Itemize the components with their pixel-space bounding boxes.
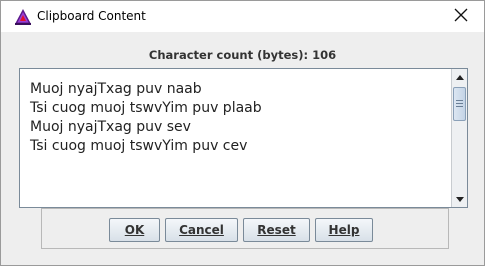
scroll-thumb[interactable] [453, 87, 466, 121]
cancel-button[interactable]: Cancel [165, 218, 238, 242]
text-line: Muoj nyajTxag puv naab [30, 81, 202, 97]
window-title: Clipboard Content [37, 9, 146, 23]
text-line: Tsi cuog muoj tswvYim puv cev [30, 138, 248, 154]
close-button[interactable] [438, 1, 484, 32]
close-icon [454, 7, 468, 26]
scroll-down-arrow-icon[interactable] [452, 191, 467, 207]
clipboard-text[interactable]: Muoj nyajTxag puv naab Tsi cuog muoj tsw… [20, 69, 450, 207]
grip-line [456, 106, 463, 107]
character-count-label: Character count (bytes): 106 [148, 48, 337, 62]
scroll-up-arrow-icon[interactable] [452, 69, 467, 85]
button-panel: OK Cancel Reset Help [41, 208, 449, 249]
clipboard-text-area[interactable]: Muoj nyajTxag puv naab Tsi cuog muoj tsw… [19, 68, 468, 208]
grip-line [456, 103, 463, 104]
grip-line [456, 100, 463, 101]
app-icon [13, 8, 33, 26]
help-button[interactable]: Help [315, 218, 373, 242]
clipboard-dialog: Clipboard Content Character count (bytes… [0, 0, 485, 266]
title-bar: Clipboard Content [1, 1, 484, 32]
ok-button[interactable]: OK [109, 218, 160, 242]
vertical-scrollbar[interactable] [451, 69, 467, 207]
text-line: Muoj nyajTxag puv sev [30, 119, 191, 135]
reset-button[interactable]: Reset [243, 218, 310, 242]
text-line: Tsi cuog muoj tswvYim puv plaab [30, 100, 262, 116]
